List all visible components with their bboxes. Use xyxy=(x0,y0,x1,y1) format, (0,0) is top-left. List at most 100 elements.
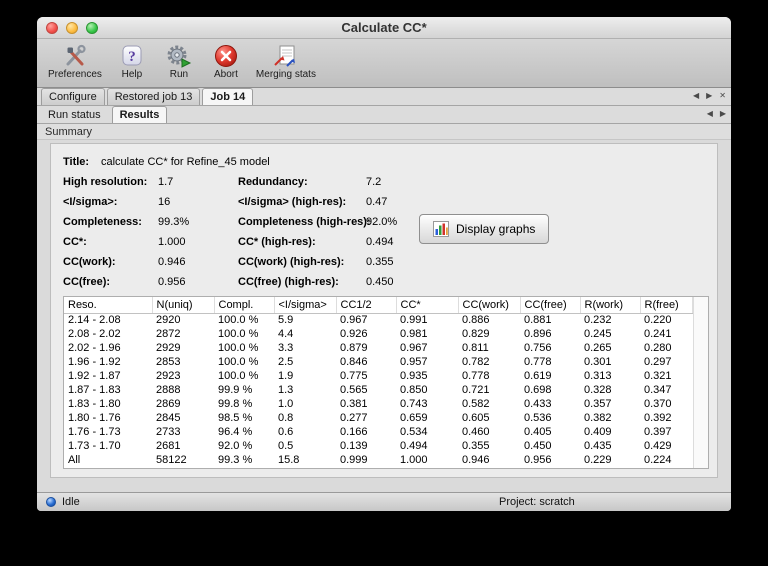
subtab-scroll-left-icon[interactable]: ◀ xyxy=(707,109,713,118)
tab-run-status[interactable]: Run status xyxy=(41,107,108,123)
summary-label: CC(work): xyxy=(63,256,116,268)
table-cell: 0.433 xyxy=(524,398,552,410)
table-cell: 0.397 xyxy=(644,426,672,438)
table-cell: 99.9 % xyxy=(218,384,253,396)
table-row[interactable]: 1.83 - 1.80 2869 99.8 % 1.0 0.381 0.743 0.582 0… xyxy=(64,397,693,411)
table-row[interactable]: 1.96 - 1.92 2853 100.0 % 2.5 0.846 0.957 0.782… xyxy=(64,355,693,369)
table-row[interactable]: 2.02 - 1.96 2929 100.0 % 3.3 0.879 0.967 0.811… xyxy=(64,341,693,355)
window-controls xyxy=(46,22,98,34)
column-header[interactable]: N(uniq) xyxy=(152,297,215,314)
table-cell: 96.4 % xyxy=(218,426,253,438)
column-header[interactable]: R(work) xyxy=(580,297,641,314)
status-text: Idle xyxy=(62,496,80,508)
summary-label: CC* (high-res): xyxy=(238,236,316,248)
summary-label: <I/sigma>: xyxy=(63,196,118,208)
subtab-scroll-right-icon[interactable]: ▶ xyxy=(720,109,726,118)
table-cell: 1.73 - 1.70 xyxy=(68,440,121,452)
table-cell: 0.450 xyxy=(524,440,552,452)
table-cell: 0.392 xyxy=(644,412,672,424)
summary-value: 0.946 xyxy=(158,256,186,268)
table-cell: 0.946 xyxy=(462,454,490,466)
table-cell: 0.981 xyxy=(400,328,428,340)
table-cell: 0.619 xyxy=(524,370,552,382)
table-cell: 0.565 xyxy=(340,384,368,396)
summary-value: 1.000 xyxy=(158,236,186,248)
window-title: Calculate CC* xyxy=(341,20,427,35)
run-button[interactable]: Run xyxy=(162,42,196,80)
column-header[interactable]: CC(free) xyxy=(520,297,581,314)
table-row[interactable]: 2.08 - 2.02 2872 100.0 % 4.4 0.926 0.981 0.829… xyxy=(64,327,693,341)
title-bar[interactable]: Calculate CC* xyxy=(37,17,731,39)
zoom-window-button[interactable] xyxy=(86,22,98,34)
table-cell: 1.9 xyxy=(278,370,294,382)
column-header[interactable]: CC1/2 xyxy=(336,297,397,314)
toolbar-item-label: Help xyxy=(121,69,143,80)
stats-table: Reso. N(uniq) Compl. <I/sigma> CC1/2 CC* CC(wo… xyxy=(64,297,693,467)
table-cell: 100.0 % xyxy=(218,356,259,368)
table-cell: 0.582 xyxy=(462,398,490,410)
run-gear-icon xyxy=(166,42,192,69)
tab-restored-job-13[interactable]: Restored job 13 xyxy=(106,88,201,105)
table-row[interactable]: All 58122 99.3 % 15.8 0.999 1.000 0.946 0.956 0.… xyxy=(64,453,693,467)
display-graphs-button[interactable]: Display graphs xyxy=(419,214,550,244)
merging-stats-button[interactable]: Merging stats xyxy=(256,42,316,80)
table-cell: 58122 xyxy=(156,454,187,466)
column-header[interactable]: Reso. xyxy=(64,297,153,314)
table-cell: 2929 xyxy=(156,342,181,354)
table-row[interactable]: 1.76 - 1.73 2733 96.4 % 0.6 0.166 0.534 0.460 0… xyxy=(64,425,693,439)
display-graphs-label: Display graphs xyxy=(456,222,536,236)
tab-job-14[interactable]: Job 14 xyxy=(202,88,254,105)
table-cell: 3.3 xyxy=(278,342,294,354)
table-row[interactable]: 1.73 - 1.70 2681 92.0 % 0.5 0.139 0.494 0.355 0… xyxy=(64,439,693,453)
close-window-button[interactable] xyxy=(46,22,58,34)
table-cell: 99.8 % xyxy=(218,398,253,410)
table-cell: 2733 xyxy=(156,426,181,438)
table-cell: 0.879 xyxy=(340,342,368,354)
project-label: Project: scratch xyxy=(499,496,575,508)
table-cell: 4.4 xyxy=(278,328,294,340)
help-button[interactable]: ? Help xyxy=(115,42,149,80)
table-cell: 0.301 xyxy=(584,356,612,368)
tab-close-icon[interactable]: ✕ xyxy=(719,91,726,100)
column-header[interactable]: Compl. xyxy=(214,297,275,314)
preferences-button[interactable]: Preferences xyxy=(48,42,102,80)
summary-label: Completeness (high-res): xyxy=(238,216,371,228)
table-cell: 0.6 xyxy=(278,426,294,438)
table-cell: 0.435 xyxy=(584,440,612,452)
table-cell: 0.245 xyxy=(584,328,612,340)
result-tab-bar: Run status Results ◀ ▶ xyxy=(37,106,731,124)
table-cell: 0.405 xyxy=(524,426,552,438)
table-cell: 0.382 xyxy=(584,412,612,424)
column-header[interactable]: <I/sigma> xyxy=(274,297,337,314)
bar-chart-icon xyxy=(433,221,449,237)
abort-button[interactable]: Abort xyxy=(209,42,243,80)
table-cell: 0.328 xyxy=(584,384,612,396)
summary-grid: High resolution: 1.7 Redundancy: 7.2 <I/… xyxy=(63,172,709,292)
table-cell: 1.87 - 1.83 xyxy=(68,384,121,396)
table-cell: 0.850 xyxy=(400,384,428,396)
table-row[interactable]: 1.87 - 1.83 2888 99.9 % 1.3 0.565 0.850 0.721 0… xyxy=(64,383,693,397)
table-cell: 2872 xyxy=(156,328,181,340)
table-scrollbar-track[interactable] xyxy=(693,297,708,468)
column-header[interactable]: CC(work) xyxy=(458,297,521,314)
table-row[interactable]: 2.14 - 2.08 2920 100.0 % 5.9 0.967 0.991 0.886… xyxy=(64,313,693,327)
table-cell: 0.8 xyxy=(278,412,294,424)
tab-scroll-left-icon[interactable]: ◀ xyxy=(693,91,699,100)
summary-label: CC(free) (high-res): xyxy=(238,276,339,288)
tab-results[interactable]: Results xyxy=(111,106,168,123)
summary-title-row: Title: calculate CC* for Refine_45 model xyxy=(63,152,709,172)
tab-configure[interactable]: Configure xyxy=(41,88,105,105)
table-cell: 0.232 xyxy=(584,314,612,327)
table-cell: 0.926 xyxy=(340,328,368,340)
table-row[interactable]: 1.80 - 1.76 2845 98.5 % 0.8 0.277 0.659 0.605 0… xyxy=(64,411,693,425)
table-cell: 0.775 xyxy=(340,370,368,382)
column-header[interactable]: R(free) xyxy=(640,297,693,314)
table-cell: 2888 xyxy=(156,384,181,396)
table-cell: 0.265 xyxy=(584,342,612,354)
minimize-window-button[interactable] xyxy=(66,22,78,34)
tab-scroll-right-icon[interactable]: ▶ xyxy=(706,91,712,100)
toolbar-item-label: Abort xyxy=(213,69,238,80)
table-row[interactable]: 1.92 - 1.87 2923 100.0 % 1.9 0.775 0.935 0.778… xyxy=(64,369,693,383)
column-header[interactable]: CC* xyxy=(396,297,459,314)
tools-icon xyxy=(63,42,87,69)
